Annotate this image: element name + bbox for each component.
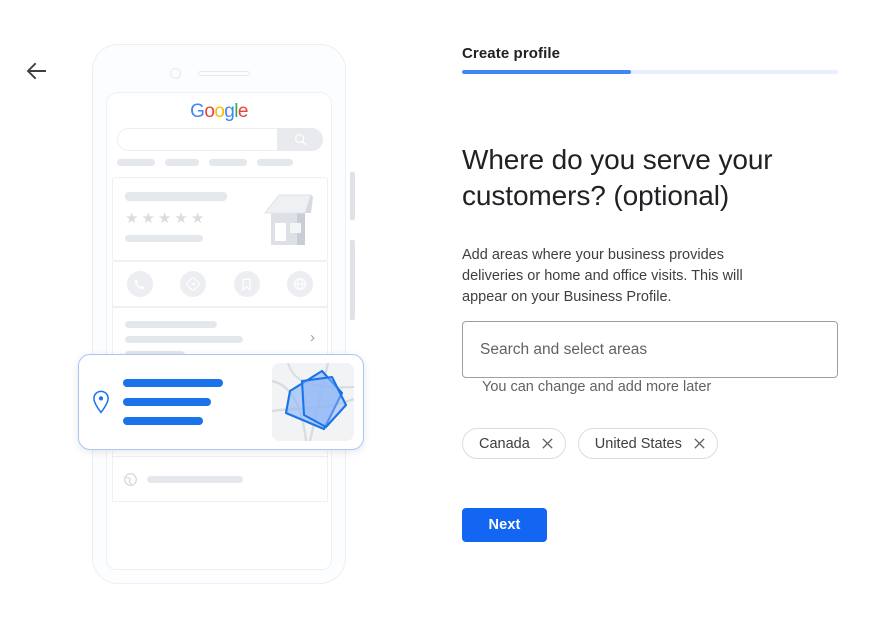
mock-listing-card: ★ ★ ★ ★ ★ [112,177,328,261]
google-logo: Google [190,101,248,122]
phone-camera [170,68,181,79]
area-chip[interactable]: United States [577,428,718,459]
close-icon[interactable] [541,437,554,450]
phone-illustration: Google ★ ★ ★ ★ ★ › [78,44,364,586]
progress-bar [462,70,838,74]
star-icon: ★ [157,210,172,227]
service-area-text-lines [123,379,272,425]
skeleton-chip [209,159,247,166]
directions-icon [180,271,207,297]
website-icon [287,271,314,297]
service-area-highlight-card [78,354,364,450]
skeleton-line [125,321,217,328]
phone-speaker [198,71,250,76]
skeleton-title [125,192,227,201]
service-area-map-thumbnail [272,363,354,441]
storefront-icon [261,189,317,247]
star-icon: ★ [174,210,188,227]
rating-stars: ★ ★ ★ ★ ★ [125,211,204,226]
skeleton-line-accent [123,417,203,425]
skeleton-chip [117,159,155,166]
search-input-placeholder: Search and select areas [480,340,648,358]
skeleton-line-accent [123,379,223,387]
skeleton-line [147,475,243,483]
skeleton-chip [165,159,199,166]
globe-icon [113,472,147,487]
mock-filter-chips [117,159,329,166]
mock-search-button [277,128,323,151]
phone-side-button-upper [350,172,355,220]
star-icon: ★ [141,210,155,227]
map-pin-icon [79,390,123,414]
star-icon: ★ [125,210,139,227]
star-icon: ★ [190,210,205,227]
area-chip-label: Canada [479,435,530,452]
mock-action-bar [112,261,328,307]
bookmark-icon [233,271,260,297]
helper-text: You can change and add more later [482,379,712,395]
area-chip-label: United States [594,435,682,452]
phone-icon [126,271,153,297]
progress-bar-fill [462,70,632,74]
arrow-left-icon [26,62,46,80]
phone-side-button-lower [350,240,355,320]
page-description: Add areas where your business provides d… [462,246,743,305]
skeleton-chip [257,159,293,166]
mock-search-bar [117,128,323,151]
selected-areas-list: Canada United States [462,428,718,459]
skeleton-line-accent [123,398,211,406]
area-chip[interactable]: Canada [462,428,566,459]
create-profile-panel: Create profile Where do you serve your c… [462,0,882,634]
step-label: Create profile [462,45,561,62]
search-icon [294,133,306,146]
page-title: Where do you serve your customers? (opti… [462,143,773,211]
next-button[interactable]: Next [462,508,547,542]
close-icon[interactable] [693,437,706,450]
phone-screen: Google ★ ★ ★ ★ ★ › [106,92,332,570]
back-button[interactable] [22,56,52,86]
search-areas-input[interactable]: Search and select areas [462,321,838,378]
skeleton-subtitle [125,235,203,242]
skeleton-line [125,336,243,343]
page-root: Google ★ ★ ★ ★ ★ › Create profile Where … [0,0,896,634]
chevron-right-icon: › [310,329,315,346]
mock-website-row [112,457,328,502]
